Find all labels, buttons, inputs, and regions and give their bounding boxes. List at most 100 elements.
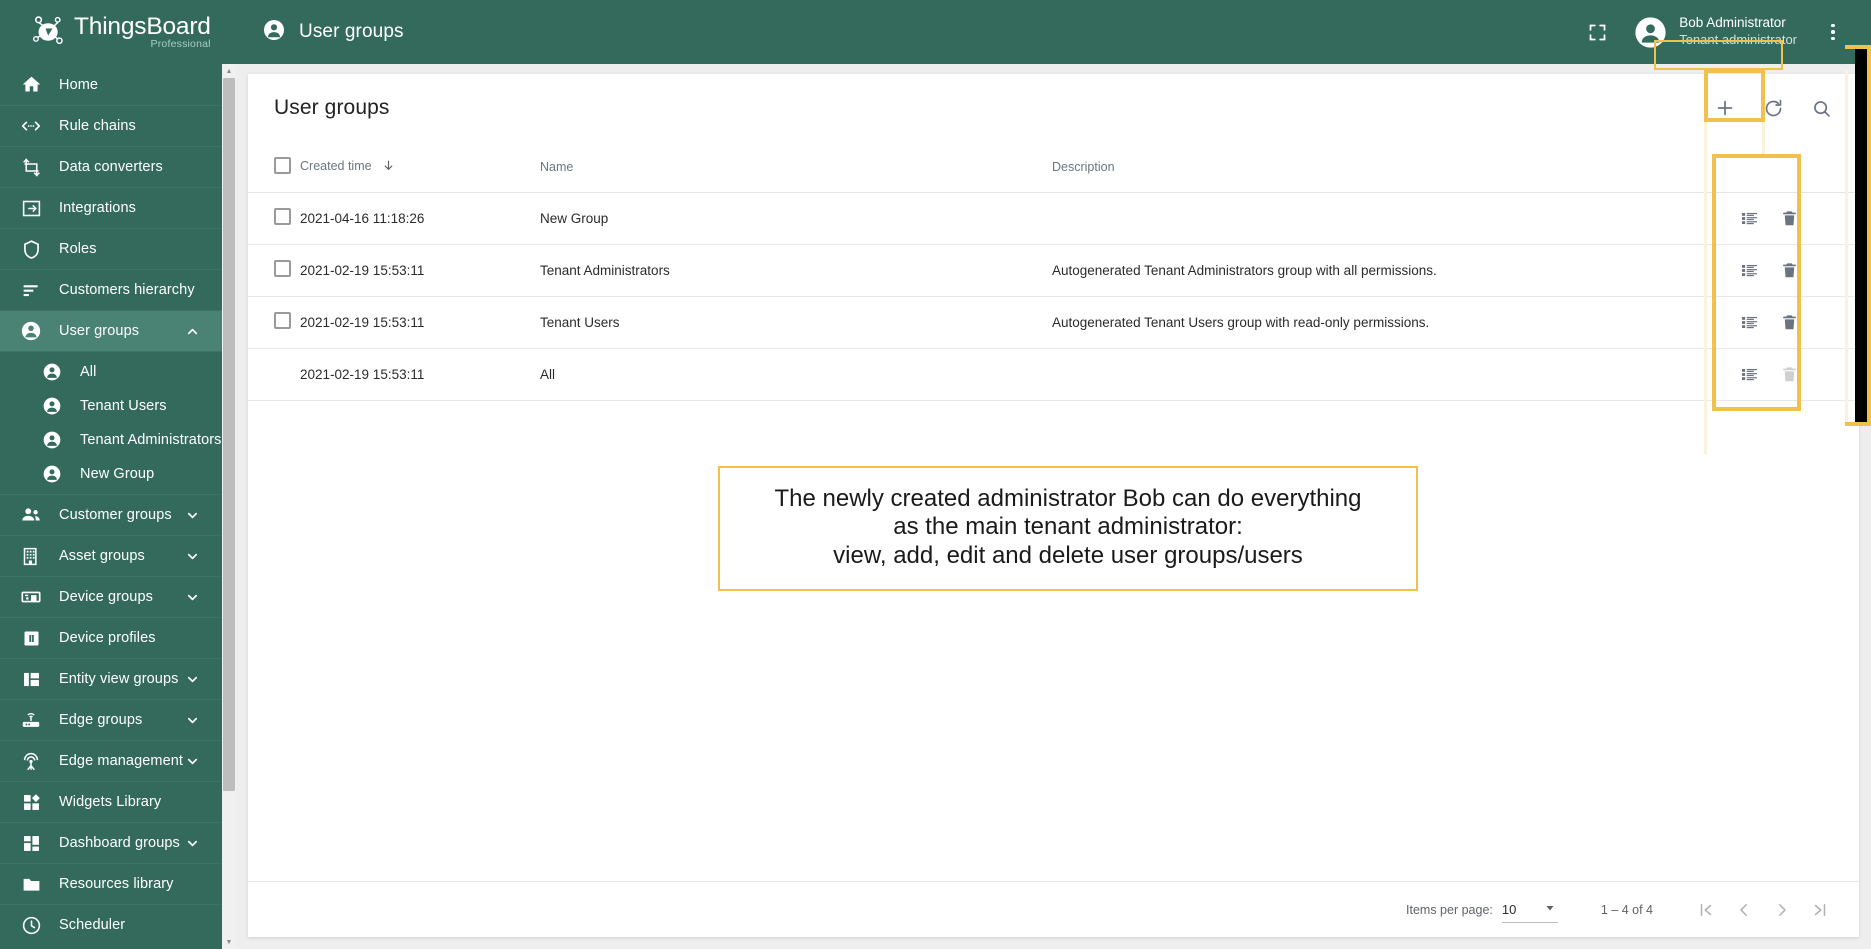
- caret-down-icon: [1544, 902, 1556, 917]
- chevron-down-icon: [184, 589, 200, 605]
- sidebar-item-label: Dashboard groups: [59, 835, 180, 851]
- manage-users-icon[interactable]: [1737, 362, 1761, 386]
- sidebar-item-roles[interactable]: Roles: [0, 228, 236, 269]
- sidebar-item-device-groups[interactable]: Device groups: [0, 576, 236, 617]
- sidebar-item-tenant-administrators[interactable]: Tenant Administrators: [0, 423, 236, 457]
- table-body: 2021-04-16 11:18:26 New Group 2021-02-19…: [248, 192, 1859, 401]
- brand-title: ThingsBoard: [74, 13, 211, 40]
- last-page-icon[interactable]: [1801, 891, 1839, 929]
- table-row[interactable]: 2021-02-19 15:53:11 Tenant Administrator…: [248, 244, 1859, 297]
- sidebar-item-label: Scheduler: [59, 917, 126, 933]
- sidebar-item-asset-groups[interactable]: Asset groups: [0, 535, 236, 576]
- header-select-all: [248, 142, 300, 193]
- table-row[interactable]: 2021-02-19 15:53:11 All: [248, 348, 1859, 401]
- delete-icon: [1777, 362, 1801, 386]
- row-description: Autogenerated Tenant Administrators grou…: [1052, 244, 1731, 297]
- sidebar-item-label: Widgets Library: [59, 794, 162, 810]
- sidebar-item-new-group[interactable]: New Group: [0, 457, 236, 491]
- integrations-icon: [19, 196, 43, 220]
- page-title: User groups: [299, 21, 404, 42]
- scrollbar-thumb[interactable]: [223, 78, 235, 791]
- first-page-icon[interactable]: [1687, 891, 1725, 929]
- row-checkbox[interactable]: [274, 208, 291, 225]
- sidebar-item-label: Customers hierarchy: [59, 282, 195, 298]
- device-profile-icon: [19, 626, 43, 650]
- sidebar-item-scheduler[interactable]: Scheduler: [0, 904, 236, 945]
- refresh-button[interactable]: [1749, 84, 1797, 132]
- arrow-down-icon: [382, 159, 395, 175]
- table-row[interactable]: 2021-04-16 11:18:26 New Group: [248, 192, 1859, 245]
- header-created-time[interactable]: Created time: [300, 142, 540, 193]
- app-root: ThingsBoard Professional Home Rule chain…: [0, 0, 1871, 949]
- sidebar-item-dashboard-groups[interactable]: Dashboard groups: [0, 822, 236, 863]
- sidebar-item-label: Rule chains: [59, 118, 136, 134]
- edge-router-icon: [19, 708, 43, 732]
- sidebar-item-label: Roles: [59, 241, 97, 257]
- sidebar-item-edge-groups[interactable]: Edge groups: [0, 699, 236, 740]
- callout-line-1: The newly created administrator Bob can …: [774, 485, 1362, 512]
- user-icon: [40, 360, 64, 384]
- items-per-page-select[interactable]: 10: [1501, 897, 1558, 923]
- sidebar-item-label: Device groups: [59, 589, 153, 605]
- row-checkbox[interactable]: [274, 260, 291, 277]
- scroll-up-arrow-icon[interactable]: ▲: [222, 64, 236, 78]
- chevron-down-icon: [184, 548, 200, 564]
- thingsboard-logo-icon: [28, 12, 70, 52]
- user-icon: [40, 462, 64, 486]
- sidebar-item-user-groups[interactable]: User groups: [0, 310, 236, 351]
- more-vert-icon[interactable]: [1817, 15, 1849, 49]
- sidebar-item-resources-library[interactable]: Resources library: [0, 863, 236, 904]
- toolbar-title-block: User groups: [262, 18, 404, 47]
- row-actions-cell: [1731, 296, 1859, 349]
- chevron-down-icon: [184, 712, 200, 728]
- sidebar-item-label: Resources library: [59, 876, 174, 892]
- sidebar-item-tenant-users[interactable]: Tenant Users: [0, 389, 236, 423]
- sidebar-item-entity-view-groups[interactable]: Entity view groups: [0, 658, 236, 699]
- rule-chains-icon: [19, 114, 43, 138]
- sidebar-scrollbar[interactable]: ▲ ▼: [222, 64, 236, 949]
- sidebar-item-customers-hierarchy[interactable]: Customers hierarchy: [0, 269, 236, 310]
- sidebar-item-all[interactable]: All: [0, 355, 236, 389]
- header-description-label: Description: [1052, 159, 1115, 174]
- prev-page-icon[interactable]: [1725, 891, 1763, 929]
- manage-users-icon[interactable]: [1737, 206, 1761, 230]
- sidebar-item-widgets-library[interactable]: Widgets Library: [0, 781, 236, 822]
- sidebar-item-data-converters[interactable]: Data converters: [0, 146, 236, 187]
- sidebar-item-label: User groups: [59, 323, 140, 339]
- sidebar-item-customer-groups[interactable]: Customer groups: [0, 494, 236, 535]
- fullscreen-icon[interactable]: [1580, 15, 1614, 49]
- search-button[interactable]: [1797, 84, 1845, 132]
- manage-users-icon[interactable]: [1737, 258, 1761, 282]
- device-icon: [19, 585, 43, 609]
- select-all-checkbox[interactable]: [274, 156, 291, 174]
- card-title: User groups: [274, 96, 390, 119]
- sidebar-item-edge-management[interactable]: Edge management: [0, 740, 236, 781]
- kebab-dot: [1831, 36, 1835, 41]
- header-name[interactable]: Name: [540, 142, 1052, 193]
- account-circle-icon: [1634, 16, 1667, 49]
- user-name: Bob Administrator: [1679, 15, 1786, 31]
- delete-icon[interactable]: [1777, 310, 1801, 334]
- scroll-down-arrow-icon[interactable]: ▼: [222, 935, 236, 949]
- sidebar-item-rule-chains[interactable]: Rule chains: [0, 105, 236, 146]
- header-description[interactable]: Description: [1052, 142, 1731, 193]
- sidebar: ThingsBoard Professional Home Rule chain…: [0, 0, 236, 949]
- row-created-time: 2021-04-16 11:18:26: [300, 192, 540, 245]
- user-icon: [262, 18, 286, 47]
- row-created-time: 2021-02-19 15:53:11: [300, 296, 540, 349]
- next-page-icon[interactable]: [1763, 891, 1801, 929]
- brand-header[interactable]: ThingsBoard Professional: [0, 0, 236, 64]
- sidebar-item-integrations[interactable]: Integrations: [0, 187, 236, 228]
- table-row[interactable]: 2021-02-19 15:53:11 Tenant Users Autogen…: [248, 296, 1859, 349]
- add-user-group-button[interactable]: [1701, 84, 1749, 132]
- delete-icon[interactable]: [1777, 258, 1801, 282]
- row-created-time: 2021-02-19 15:53:11: [300, 348, 540, 401]
- row-name: Tenant Users: [540, 296, 1052, 349]
- clock-icon: [19, 913, 43, 937]
- sidebar-item-home[interactable]: Home: [0, 64, 236, 105]
- row-checkbox[interactable]: [274, 312, 291, 329]
- user-menu[interactable]: Bob Administrator Tenant administrator: [1634, 15, 1797, 48]
- delete-icon[interactable]: [1777, 206, 1801, 230]
- sidebar-item-device-profiles[interactable]: Device profiles: [0, 617, 236, 658]
- manage-users-icon[interactable]: [1737, 310, 1761, 334]
